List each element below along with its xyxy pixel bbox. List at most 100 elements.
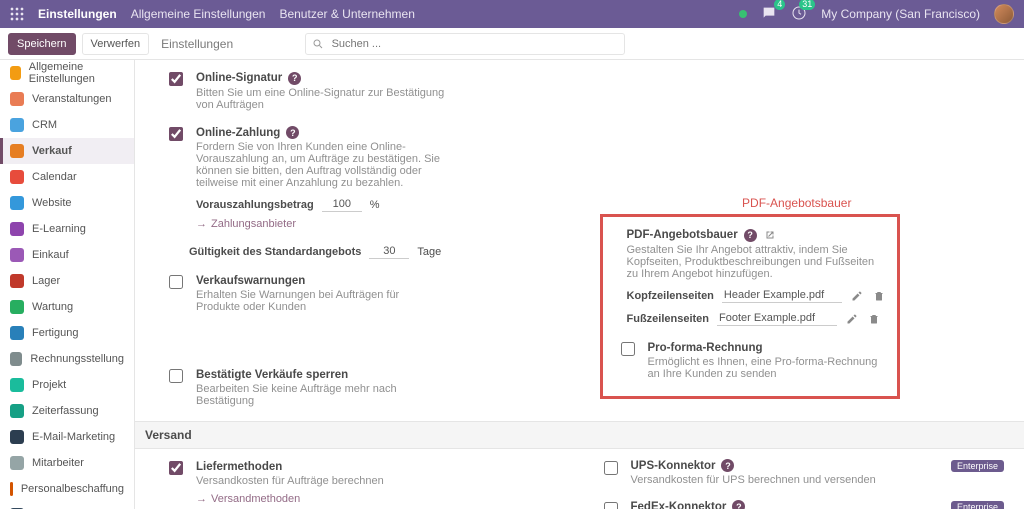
sidebar-item-fertigung[interactable]: Fertigung xyxy=(0,320,134,346)
activities-badge: 31 xyxy=(799,0,815,10)
breadcrumb-item[interactable]: Benutzer & Unternehmen xyxy=(279,7,414,21)
help-icon[interactable]: ? xyxy=(288,72,301,85)
help-icon[interactable]: ? xyxy=(721,459,734,472)
footer-pages-label: Fußzeilenseiten xyxy=(627,313,710,325)
setting-title: Liefermethoden xyxy=(196,461,282,473)
sidebar-item-personalbeschaffung[interactable]: Personalbeschaffung xyxy=(0,476,134,502)
sidebar-item-lager[interactable]: Lager xyxy=(0,268,134,294)
payment-providers-link[interactable]: Zahlungsanbieter xyxy=(196,218,296,230)
sidebar-item-projekt[interactable]: Projekt xyxy=(0,372,134,398)
ups-checkbox[interactable] xyxy=(604,461,618,475)
help-icon[interactable]: ? xyxy=(732,500,745,509)
setting-title: Online-Zahlung xyxy=(196,127,280,139)
setting-desc: Erhalten Sie Warnungen bei Aufträgen für… xyxy=(196,289,446,313)
app-icon xyxy=(10,118,24,132)
company-switcher[interactable]: My Company (San Francisco) xyxy=(821,7,980,21)
setting-proforma: Pro-forma-Rechnung Ermöglicht es Ihnen, … xyxy=(617,340,883,380)
setting-desc: Versandkosten für Aufträge berechnen xyxy=(196,475,446,487)
trash-icon[interactable] xyxy=(872,289,886,303)
setting-fedex: FedEx-Konnektor ?Enterprise Versandkoste… xyxy=(600,500,1005,509)
setting-title: UPS-Konnektor xyxy=(631,460,716,472)
save-button[interactable]: Speichern xyxy=(8,33,76,55)
delivery-methods-checkbox[interactable] xyxy=(169,461,183,475)
sidebar-item-label: Website xyxy=(32,197,72,209)
sidebar-item-wartung[interactable]: Wartung xyxy=(0,294,134,320)
sidebar-item-calendar[interactable]: Calendar xyxy=(0,164,134,190)
sidebar-item-label: E-Learning xyxy=(32,223,86,235)
app-icon xyxy=(10,248,24,262)
default-validity-input[interactable] xyxy=(369,244,409,259)
app-icon xyxy=(10,92,24,106)
pencil-icon[interactable] xyxy=(845,312,859,326)
sidebar-item-e-mail-marketing[interactable]: E-Mail-Marketing xyxy=(0,424,134,450)
pencil-icon[interactable] xyxy=(850,289,864,303)
search-box[interactable] xyxy=(305,33,625,55)
sidebar-item-allgemeine-einstellungen[interactable]: Allgemeine Einstellungen xyxy=(0,60,134,86)
settings-sidebar: Allgemeine Einstellungen Veranstaltungen C… xyxy=(0,60,135,509)
app-icon xyxy=(10,430,24,444)
messages-badge: 4 xyxy=(774,0,785,10)
app-icon xyxy=(10,326,24,340)
proforma-checkbox[interactable] xyxy=(621,342,635,356)
setting-sale-warnings: Verkaufswarnungen Erhalten Sie Warnungen… xyxy=(165,273,570,313)
sidebar-item-label: Mitarbeiter xyxy=(32,457,84,469)
sidebar-item-label: Personalbeschaffung xyxy=(21,483,124,495)
help-icon[interactable]: ? xyxy=(286,126,299,139)
enterprise-tag: Enterprise xyxy=(951,501,1004,509)
online-payment-checkbox[interactable] xyxy=(169,127,183,141)
search-input[interactable] xyxy=(330,34,618,54)
default-validity-label: Gültigkeit des Standardangebots xyxy=(189,246,361,258)
sidebar-item-anwesenheiten[interactable]: Anwesenheiten xyxy=(0,502,134,509)
breadcrumb-item[interactable]: Allgemeine Einstellungen xyxy=(131,7,266,21)
setting-online-payment: Online-Zahlung ? Fordern Sie von Ihren K… xyxy=(165,125,570,231)
sidebar-item-crm[interactable]: CRM xyxy=(0,112,134,138)
apps-icon[interactable] xyxy=(10,7,24,21)
sidebar-item-label: Calendar xyxy=(32,171,77,183)
footer-pages-input[interactable] xyxy=(717,311,837,326)
setting-ups: UPS-Konnektor ?Enterprise Versandkosten … xyxy=(600,459,1005,486)
online-signature-checkbox[interactable] xyxy=(169,72,183,86)
sidebar-item-label: Zeiterfassung xyxy=(32,405,99,417)
sidebar-item-label: Veranstaltungen xyxy=(32,93,112,105)
sidebar-item-e-learning[interactable]: E-Learning xyxy=(0,216,134,242)
presence-dot xyxy=(739,10,747,18)
setting-desc: Versandkosten für UPS berechnen und vers… xyxy=(631,474,881,486)
prepayment-label: Vorauszahlungsbetrag xyxy=(196,199,314,211)
sidebar-item-label: E-Mail-Marketing xyxy=(32,431,115,443)
fedex-checkbox[interactable] xyxy=(604,502,618,509)
callout-label: PDF-Angebotsbauer xyxy=(600,196,995,210)
help-icon[interactable]: ? xyxy=(744,229,757,242)
sidebar-item-rechnungsstellung[interactable]: Rechnungsstellung xyxy=(0,346,134,372)
sidebar-item-label: Verkauf xyxy=(32,145,72,157)
lock-sales-checkbox[interactable] xyxy=(169,369,183,383)
user-avatar[interactable] xyxy=(994,4,1014,24)
sidebar-item-mitarbeiter[interactable]: Mitarbeiter xyxy=(0,450,134,476)
section-shipping-title: Versand xyxy=(135,421,1024,449)
activities-icon[interactable]: 31 xyxy=(791,5,807,24)
messages-icon[interactable]: 4 xyxy=(761,5,777,24)
setting-desc: Ermöglicht es Ihnen, eine Pro-forma-Rech… xyxy=(648,356,883,380)
breadcrumb-root[interactable]: Einstellungen xyxy=(38,7,117,21)
sidebar-item-verkauf[interactable]: Verkauf xyxy=(0,138,134,164)
setting-desc: Gestalten Sie Ihr Angebot attraktiv, ind… xyxy=(627,244,886,280)
sidebar-item-einkauf[interactable]: Einkauf xyxy=(0,242,134,268)
sidebar-item-label: Wartung xyxy=(32,301,73,313)
sidebar-item-label: Fertigung xyxy=(32,327,78,339)
header-pages-input[interactable] xyxy=(722,288,842,303)
sale-warnings-checkbox[interactable] xyxy=(169,275,183,289)
app-icon xyxy=(10,196,24,210)
sidebar-item-website[interactable]: Website xyxy=(0,190,134,216)
app-icon xyxy=(10,482,13,496)
discard-button[interactable]: Verwerfen xyxy=(82,33,150,55)
sidebar-item-veranstaltungen[interactable]: Veranstaltungen xyxy=(0,86,134,112)
actionbar: Speichern Verwerfen Einstellungen xyxy=(0,28,1024,60)
setting-title: PDF-Angebotsbauer xyxy=(627,229,738,241)
sidebar-item-zeiterfassung[interactable]: Zeiterfassung xyxy=(0,398,134,424)
callout-box: PDF-Angebotsbauer ? Gestalten Sie Ihr An… xyxy=(600,214,900,399)
external-link-icon[interactable] xyxy=(763,228,777,242)
topbar: Einstellungen Allgemeine Einstellungen B… xyxy=(0,0,1024,28)
shipping-methods-link[interactable]: Versandmethoden xyxy=(196,493,300,505)
prepayment-input[interactable] xyxy=(322,197,362,212)
app-icon xyxy=(10,456,24,470)
trash-icon[interactable] xyxy=(867,312,881,326)
